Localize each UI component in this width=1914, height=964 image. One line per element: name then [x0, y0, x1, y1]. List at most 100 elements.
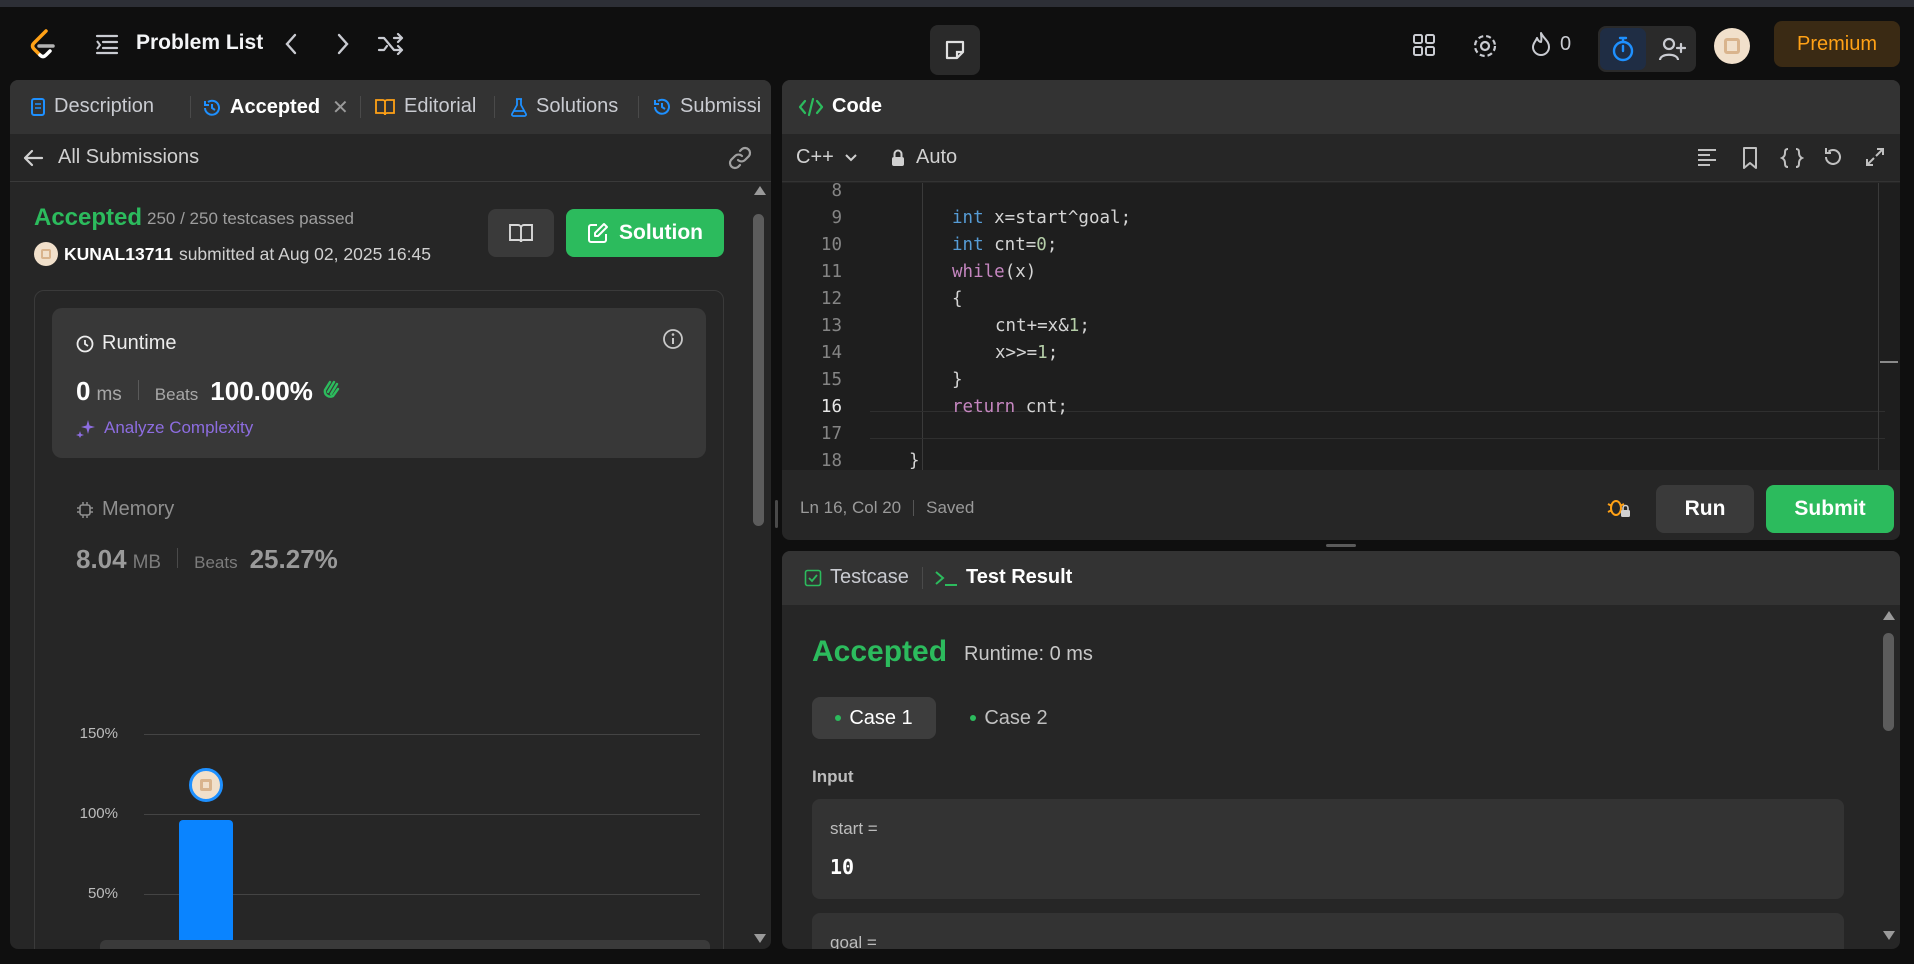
expand-icon[interactable]	[1864, 146, 1886, 173]
code-line-10: int cnt=0;	[952, 235, 1058, 255]
case-2-label: Case 2	[984, 706, 1048, 729]
memory-beats-value: 25.27%	[249, 544, 338, 574]
braces-icon[interactable]	[1779, 146, 1805, 175]
layout-icon[interactable]	[1410, 31, 1438, 59]
result-scrollbar-thumb[interactable]	[1883, 633, 1894, 731]
tab-editorial[interactable]: Editorial	[374, 95, 476, 118]
line-number: 10	[820, 235, 842, 255]
tab-code[interactable]: Code	[798, 95, 882, 118]
vertical-splitter-handle[interactable]	[775, 500, 778, 528]
line-number: 9	[831, 208, 842, 228]
tab-submissions[interactable]: Submissi	[652, 95, 764, 118]
format-icon[interactable]	[1696, 146, 1718, 173]
tab-testcase-label: Testcase	[830, 566, 909, 588]
premium-button[interactable]: Premium	[1774, 21, 1900, 67]
lock-icon	[892, 149, 904, 166]
flask-icon	[511, 97, 527, 117]
case-1-tab[interactable]: Case 1	[812, 697, 936, 739]
result-panel: Testcase Test Result Accepted Runtime: 0…	[782, 551, 1900, 949]
case-1-label: Case 1	[849, 706, 913, 729]
result-scrollbar[interactable]	[1882, 611, 1895, 947]
input-start-name: start =	[830, 819, 878, 838]
input-goal-name: goal =	[830, 933, 877, 949]
flame-icon	[1532, 32, 1550, 56]
memory-value: 8.04	[76, 544, 127, 574]
debug-lock-icon[interactable]	[1606, 496, 1632, 525]
submit-button[interactable]: Submit	[1766, 485, 1894, 533]
solution-button[interactable]: Solution	[566, 209, 724, 257]
runtime-beats-value: 100.00%	[210, 376, 313, 406]
reset-icon[interactable]	[1822, 146, 1844, 173]
left-scrollbar[interactable]	[752, 186, 766, 944]
code-line-12: {	[952, 289, 963, 309]
scroll-up-icon[interactable]	[1883, 611, 1895, 620]
tab-solutions[interactable]: Solutions	[510, 95, 618, 118]
code-line-16: return cnt;	[952, 397, 1068, 417]
code-editor[interactable]: 8 9 10 11 12 13 14 15 16 17 18 int x=sta…	[782, 181, 1900, 471]
problem-list-title[interactable]: Problem List	[136, 31, 263, 55]
case-2-tab[interactable]: Case 2	[954, 697, 1064, 739]
document-icon	[31, 97, 45, 116]
horizontal-splitter-handle[interactable]	[1326, 544, 1356, 547]
chart-gridline	[144, 734, 700, 735]
bookmark-icon[interactable]	[1740, 146, 1760, 175]
close-tab-icon[interactable]: ✕	[332, 95, 349, 120]
chevron-left-icon[interactable]	[278, 31, 304, 57]
scroll-up-icon[interactable]	[754, 186, 766, 195]
streak-counter[interactable]: 0	[1530, 31, 1571, 57]
list-icon[interactable]	[94, 31, 120, 57]
sparkle-icon	[76, 420, 95, 438]
all-submissions-link[interactable]: All Submissions	[22, 146, 199, 169]
tab-testcase[interactable]: Testcase	[804, 566, 909, 589]
input-start-box[interactable]: start = 10	[812, 799, 1844, 899]
shuffle-icon[interactable]	[376, 31, 406, 57]
analyze-complexity-link[interactable]: Analyze Complexity	[76, 418, 253, 438]
submitter-username[interactable]: KUNAL13711	[64, 244, 173, 265]
save-status: Saved	[926, 498, 975, 517]
line-number: 14	[820, 343, 842, 363]
window-top-strip	[0, 0, 1914, 7]
auto-mode-toggle[interactable]: Auto	[890, 146, 957, 169]
link-icon[interactable]	[726, 146, 754, 175]
tab-editorial-label: Editorial	[404, 95, 477, 117]
info-icon[interactable]	[662, 328, 684, 355]
tab-test-result[interactable]: Test Result	[934, 566, 1072, 589]
line-number: 18	[820, 451, 842, 471]
code-line-11: while(x)	[952, 262, 1037, 282]
line-number: 15	[820, 370, 842, 390]
leetcode-logo-icon[interactable]	[26, 27, 60, 61]
code-panel: Code C++ Auto 8 9 10 11 12 13 14 15 16 1…	[782, 80, 1900, 540]
code-tab-bar: Code	[782, 80, 1900, 134]
notebook-button[interactable]	[488, 209, 554, 257]
result-status: Accepted	[812, 635, 948, 668]
chart-gridline	[144, 814, 700, 815]
scroll-down-icon[interactable]	[1883, 931, 1895, 940]
chevron-right-icon[interactable]	[330, 31, 356, 57]
left-scrollbar-thumb[interactable]	[753, 214, 764, 526]
memory-header[interactable]: Memory	[76, 498, 174, 521]
add-user-icon[interactable]	[1650, 28, 1694, 70]
chart-footer-strip	[100, 940, 710, 949]
language-value: C++	[796, 146, 834, 168]
submitter-avatar	[34, 242, 58, 266]
scroll-down-icon[interactable]	[754, 934, 766, 943]
history-icon	[204, 99, 220, 116]
line-number: 17	[820, 424, 842, 444]
chevron-down-icon	[845, 153, 857, 161]
analyze-complexity-label: Analyze Complexity	[104, 418, 254, 437]
runtime-card[interactable]: Runtime 0 ms Beats 100.00% Analyze Compl…	[52, 308, 706, 458]
tab-description[interactable]: Description	[30, 95, 154, 118]
user-avatar[interactable]	[1714, 28, 1750, 64]
runtime-title: Runtime	[102, 332, 177, 354]
case-pass-dot	[970, 715, 977, 721]
run-button[interactable]: Run	[1656, 485, 1754, 533]
gear-icon[interactable]	[1470, 31, 1500, 61]
language-select[interactable]: C++	[796, 146, 858, 169]
stopwatch-icon[interactable]	[1600, 28, 1646, 70]
tab-accepted[interactable]: Accepted ✕	[202, 95, 349, 120]
notes-icon[interactable]	[930, 25, 980, 75]
history-icon	[654, 98, 670, 115]
input-goal-box[interactable]: goal =	[812, 913, 1844, 949]
chart-bar-0ms[interactable]	[178, 820, 233, 949]
testcases-passed: 250 / 250 testcases passed	[147, 209, 354, 228]
